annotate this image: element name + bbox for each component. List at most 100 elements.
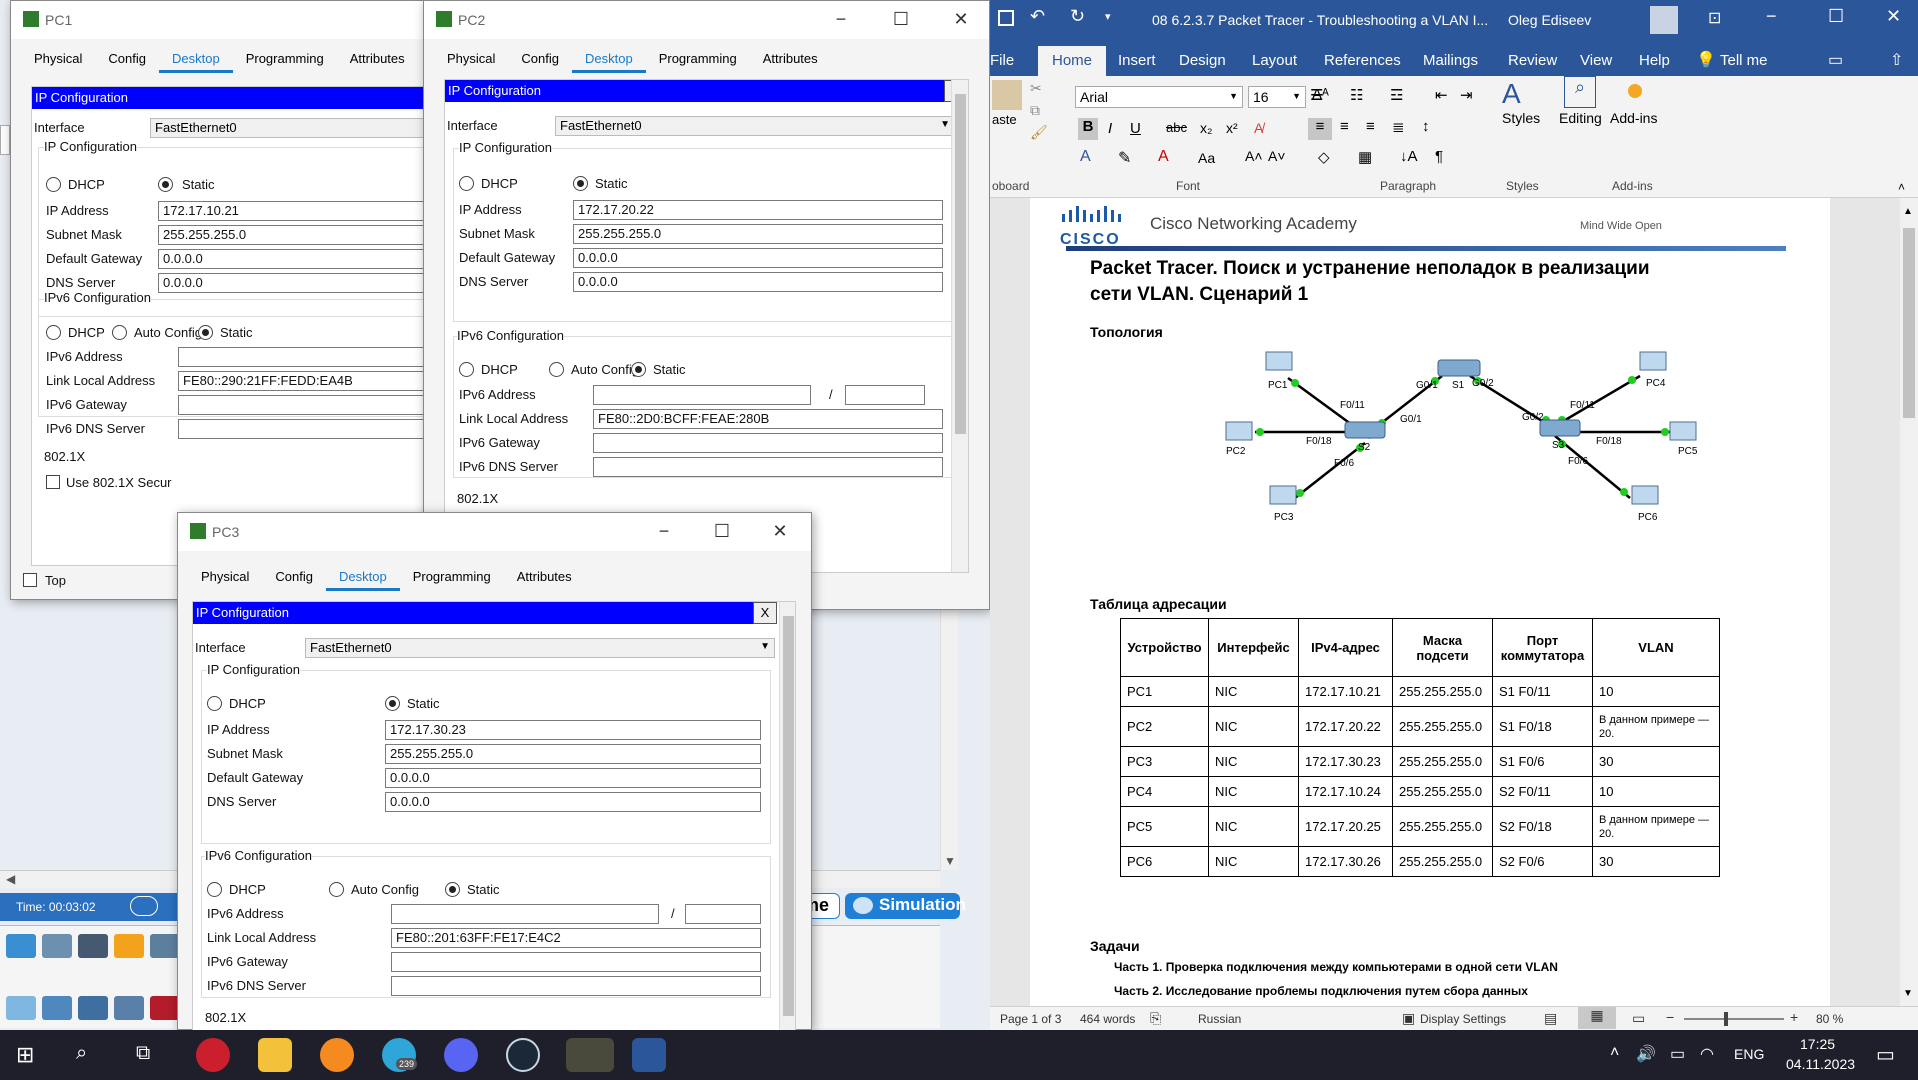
- interface-select[interactable]: FastEthernet0 ▼: [305, 638, 775, 658]
- notifications-icon[interactable]: ▭: [1876, 1042, 1895, 1067]
- tab-desktop[interactable]: Desktop: [326, 565, 400, 591]
- ribbon-display-icon[interactable]: ⊡: [1708, 8, 1721, 28]
- zoom-in-icon[interactable]: +: [1790, 1009, 1798, 1025]
- tab-physical[interactable]: Physical: [434, 47, 508, 70]
- discord-icon[interactable]: [444, 1038, 478, 1072]
- align-center-icon[interactable]: ≡: [1340, 118, 1349, 135]
- ipv6-gateway-input[interactable]: [593, 433, 943, 453]
- align-right-icon[interactable]: ≡: [1366, 118, 1375, 135]
- subscript-icon[interactable]: x₂: [1200, 120, 1212, 136]
- tab-programming[interactable]: Programming: [646, 47, 750, 70]
- scroll-down-icon[interactable]: ▼: [944, 854, 956, 868]
- ipv6-static-radio[interactable]: [445, 882, 460, 897]
- clear-formatting-icon[interactable]: A̸: [1254, 120, 1263, 136]
- battery-icon[interactable]: ▭: [1670, 1044, 1685, 1064]
- undo-icon[interactable]: ↶: [1030, 6, 1045, 27]
- packet-tracer-taskbar-icon[interactable]: [566, 1038, 614, 1072]
- strikethrough-icon[interactable]: abc: [1166, 120, 1187, 135]
- read-mode-icon[interactable]: ▤: [1544, 1010, 1557, 1027]
- redo-icon[interactable]: ↻: [1070, 6, 1085, 27]
- ipv6-address-input[interactable]: [391, 904, 659, 924]
- bold-icon[interactable]: B: [1078, 118, 1098, 140]
- ipv6-static-radio[interactable]: [198, 325, 213, 340]
- tab-attributes[interactable]: Attributes: [750, 47, 831, 70]
- ipv6-dhcp-radio[interactable]: [207, 882, 222, 897]
- line-spacing-icon[interactable]: ↕: [1422, 118, 1430, 135]
- ipv6-dns-input[interactable]: [593, 457, 943, 477]
- maximize-icon[interactable]: ☐: [879, 5, 923, 33]
- restore-icon[interactable]: ☐: [1828, 6, 1844, 27]
- scroll-up-icon[interactable]: ▲: [1903, 206, 1913, 217]
- word-vertical-scrollbar[interactable]: ▲ ▼: [1900, 198, 1918, 1006]
- styles-icon[interactable]: A: [1502, 78, 1538, 114]
- font-color-icon[interactable]: A: [1158, 148, 1169, 166]
- tab-programming[interactable]: Programming: [233, 47, 337, 70]
- page-count[interactable]: Page 1 of 3: [1000, 1012, 1061, 1026]
- router-icon[interactable]: [6, 996, 36, 1020]
- tab-desktop[interactable]: Desktop: [159, 47, 233, 73]
- ip-address-input[interactable]: 172.17.20.22: [573, 200, 943, 220]
- ipv6-prefix-input[interactable]: [845, 385, 925, 405]
- hub-icon[interactable]: [78, 996, 108, 1020]
- dhcp-radio[interactable]: [459, 176, 474, 191]
- save-icon[interactable]: [998, 10, 1014, 26]
- paste-icon[interactable]: [992, 80, 1022, 110]
- file-explorer-icon[interactable]: [258, 1038, 292, 1072]
- left-collapse-arrow[interactable]: [0, 125, 10, 155]
- decrease-size-icon[interactable]: A˅: [1268, 148, 1286, 164]
- use-8021x-checkbox[interactable]: [46, 475, 60, 489]
- dhcp-radio[interactable]: [46, 177, 61, 192]
- clock-date[interactable]: 04.11.2023: [1786, 1056, 1855, 1072]
- link-local-input[interactable]: FE80::2D0:BCFF:FEAE:280B: [593, 409, 943, 429]
- ipv6-dhcp-radio[interactable]: [459, 362, 474, 377]
- media-player-icon[interactable]: [320, 1038, 354, 1072]
- pc1-titlebar[interactable]: PC1: [11, 1, 429, 39]
- security-icon[interactable]: [150, 996, 180, 1020]
- input-language[interactable]: ENG: [1734, 1046, 1764, 1062]
- ipv6-address-input[interactable]: [593, 385, 811, 405]
- word-taskbar-icon[interactable]: [632, 1038, 666, 1072]
- tab-config[interactable]: Config: [508, 47, 572, 70]
- interface-select[interactable]: FastEthernet0: [150, 118, 430, 138]
- ip-address-input[interactable]: 172.17.30.23: [385, 720, 761, 740]
- default-gateway-input[interactable]: 0.0.0.0: [158, 249, 430, 269]
- editing-button[interactable]: Editing: [1559, 110, 1602, 126]
- copy-icon[interactable]: ⧉: [1030, 102, 1040, 119]
- misc-icon[interactable]: [150, 934, 180, 958]
- tab-review[interactable]: Review: [1508, 52, 1557, 69]
- scroll-thumb[interactable]: [783, 616, 794, 1016]
- ipv6-dns-input[interactable]: [178, 419, 428, 439]
- subnet-mask-input[interactable]: 255.255.255.0: [385, 744, 761, 764]
- link-local-input[interactable]: FE80::290:21FF:FEDD:EA4B: [178, 371, 428, 391]
- print-layout-icon[interactable]: ▦: [1578, 1007, 1616, 1029]
- tab-physical[interactable]: Physical: [21, 47, 95, 70]
- ipv6-auto-radio[interactable]: [112, 325, 127, 340]
- zoom-out-icon[interactable]: −: [1666, 1009, 1674, 1025]
- link-local-input[interactable]: FE80::201:63FF:FE17:E4C2: [391, 928, 761, 948]
- numbering-icon[interactable]: ☷: [1350, 86, 1363, 104]
- paragraph-mark-icon[interactable]: ¶: [1435, 148, 1443, 165]
- ipv6-prefix-input[interactable]: [685, 904, 761, 924]
- close-icon[interactable]: ✕: [939, 5, 983, 33]
- zoom-slider[interactable]: [1684, 1012, 1784, 1026]
- tab-mailings[interactable]: Mailings: [1423, 52, 1478, 69]
- quick-access-dropdown-icon[interactable]: ▾: [1105, 10, 1111, 23]
- styles-button[interactable]: Styles: [1502, 110, 1540, 126]
- proofing-icon[interactable]: ⎘: [1150, 1010, 1161, 1027]
- decrease-indent-icon[interactable]: ⇤: [1435, 86, 1448, 104]
- ip-address-input[interactable]: 172.17.10.21: [158, 201, 430, 221]
- shading-icon[interactable]: ◇: [1318, 148, 1330, 166]
- change-case-icon[interactable]: Aa: [1198, 150, 1215, 166]
- ipv6-gateway-input[interactable]: [391, 952, 761, 972]
- zoom-slider-handle[interactable]: [1724, 1012, 1728, 1026]
- highlight-icon[interactable]: ✎: [1118, 148, 1131, 168]
- pc3-vertical-scrollbar[interactable]: [779, 602, 795, 1030]
- scroll-down-icon[interactable]: ▼: [1903, 988, 1913, 999]
- tab-programming[interactable]: Programming: [400, 565, 504, 588]
- ipv6-auto-radio[interactable]: [329, 882, 344, 897]
- default-gateway-input[interactable]: 0.0.0.0: [385, 768, 761, 788]
- word-count[interactable]: 464 words: [1080, 1012, 1135, 1026]
- tab-insert[interactable]: Insert: [1118, 52, 1156, 69]
- collapse-ribbon-icon[interactable]: ˄: [1898, 180, 1905, 194]
- steam-icon[interactable]: [506, 1038, 540, 1072]
